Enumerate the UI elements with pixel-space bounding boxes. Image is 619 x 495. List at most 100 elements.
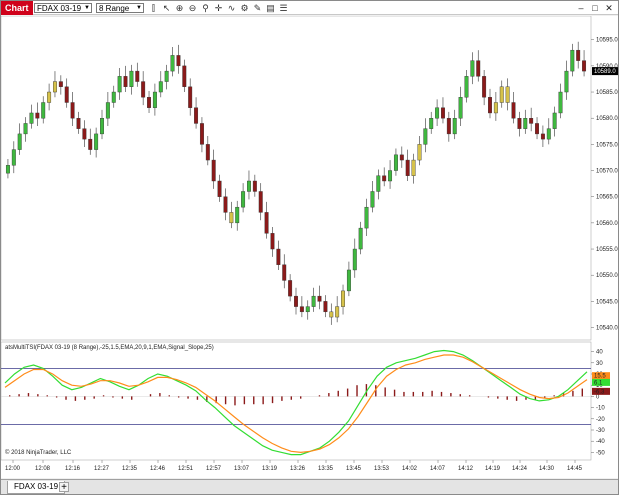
candle-body	[417, 144, 422, 161]
price-tick-label: 10540.0	[596, 326, 618, 332]
candle-body	[64, 86, 69, 103]
candle-body	[558, 91, 563, 114]
chart-svg[interactable]: 10540.0 10545.0 10550.0 10555.0 10560.0 10565…	[1, 16, 618, 478]
candle-body	[288, 280, 293, 297]
candle-body	[129, 70, 134, 87]
indicator-tick-label: -50	[596, 450, 605, 456]
candle-body	[546, 128, 551, 140]
candle-body	[53, 81, 57, 93]
candle-body	[393, 154, 398, 171]
candle-body	[188, 86, 193, 108]
zoom-in-icon[interactable]: ⊕	[174, 3, 185, 13]
zoom-out-icon[interactable]: ⊖	[187, 3, 198, 13]
indicator-value-label: -6.3	[594, 389, 605, 395]
bar-type-icon[interactable]: ⫿	[148, 3, 159, 13]
candle-body	[552, 112, 557, 129]
candle-body	[382, 175, 387, 182]
candle-body	[82, 128, 87, 140]
close-icon[interactable]: ✕	[603, 2, 615, 14]
candle-body	[458, 97, 463, 119]
title-bar: Chart FDAX 03-19 ▼ 8 Range ▼ ⫿ ↖ ⊕ ⊖ ⚲ ✛ ∿…	[1, 1, 618, 15]
list-icon[interactable]: ☰	[278, 3, 289, 13]
candle-body	[452, 117, 457, 135]
crosshair-icon[interactable]: ✛	[213, 3, 224, 13]
strategy-icon[interactable]: ⚙	[239, 3, 250, 13]
candle-body	[405, 159, 410, 176]
drawing-icon[interactable]: ✎	[252, 3, 263, 13]
time-tick-label: 13:35	[318, 466, 334, 472]
candle-body	[5, 165, 10, 174]
candle-body	[264, 212, 269, 234]
candle-body	[282, 264, 287, 281]
instrument-selector[interactable]: FDAX 03-19 ▼	[34, 3, 92, 13]
price-tick-label: 10555.0	[596, 247, 618, 253]
time-tick-label: 13:07	[234, 466, 250, 472]
candle-body	[517, 117, 522, 129]
candle-body	[176, 55, 181, 67]
indicator-tick-label: -30	[596, 428, 605, 434]
time-tick-label: 12:08	[35, 466, 51, 472]
price-tick-label: 10585.0	[596, 90, 618, 96]
add-tab-button[interactable]: +	[59, 482, 69, 493]
candle-body	[235, 206, 240, 224]
candle-body	[488, 97, 492, 114]
candle-body	[123, 76, 128, 87]
price-tick-label: 10580.0	[596, 116, 618, 122]
pointer-icon[interactable]: ↖	[161, 3, 172, 13]
candle-body	[88, 138, 93, 150]
candle-body	[341, 290, 345, 307]
candle-body	[94, 133, 99, 150]
candle-body	[241, 191, 246, 208]
price-tick-label: 10575.0	[596, 142, 618, 148]
candle-body	[335, 306, 340, 318]
candle-body	[252, 180, 257, 192]
candle-body	[258, 191, 263, 213]
candle-body	[376, 175, 381, 192]
candle-body	[582, 60, 587, 72]
candle-body	[141, 81, 146, 98]
candle-body	[41, 102, 46, 119]
candle-body	[17, 133, 22, 150]
candle-body	[505, 86, 510, 103]
candle-body	[499, 86, 504, 103]
candle-body	[370, 191, 375, 208]
indicator-icon[interactable]: ∿	[226, 3, 237, 13]
period-selector[interactable]: 8 Range ▼	[96, 3, 144, 13]
magnifier-icon[interactable]: ⚲	[200, 3, 211, 13]
candle-body	[152, 91, 157, 108]
maximize-icon[interactable]: □	[589, 2, 601, 14]
candle-body	[29, 112, 34, 124]
last-price-label: 10589.0	[594, 69, 616, 75]
time-tick-label: 14:19	[485, 466, 501, 472]
candle-body	[529, 117, 534, 124]
time-tick-label: 12:27	[94, 466, 110, 472]
candle-body	[570, 49, 575, 72]
candle-body	[464, 76, 469, 98]
time-tick-label: 12:16	[65, 466, 81, 472]
candle-body	[482, 76, 487, 98]
indicator-plot-frame	[1, 341, 592, 461]
chart-tab[interactable]: Chart	[1, 1, 33, 15]
properties-icon[interactable]: ▤	[265, 3, 276, 13]
candle-body	[47, 91, 52, 103]
chart-area[interactable]: 10540.0 10545.0 10550.0 10555.0 10560.0 10565…	[1, 16, 618, 478]
price-panel: 10540.0 10545.0 10550.0 10555.0 10560.0 10565…	[1, 16, 618, 341]
minimize-icon[interactable]: –	[575, 2, 587, 14]
candle-body	[523, 117, 528, 129]
candle-body	[35, 112, 40, 119]
candle-body	[346, 269, 351, 292]
instrument-tab[interactable]: FDAX 03-19	[7, 481, 66, 494]
candle-body	[199, 123, 204, 145]
candle-body	[117, 76, 122, 93]
candle-body	[540, 133, 545, 140]
candle-body	[147, 97, 151, 108]
candle-body	[70, 102, 75, 119]
candle-body	[411, 159, 416, 176]
time-tick-label: 12:51	[178, 466, 194, 472]
indicator-title: atsMultiTSI(FDAX 03-19 (8 Range),-25,1.5…	[5, 345, 214, 351]
chart-tab-bar: FDAX 03-19 +	[1, 479, 618, 494]
indicator-tick-label: -20	[596, 417, 605, 423]
candle-body	[23, 123, 28, 135]
candle-body	[223, 196, 228, 213]
candle-body	[429, 117, 434, 129]
